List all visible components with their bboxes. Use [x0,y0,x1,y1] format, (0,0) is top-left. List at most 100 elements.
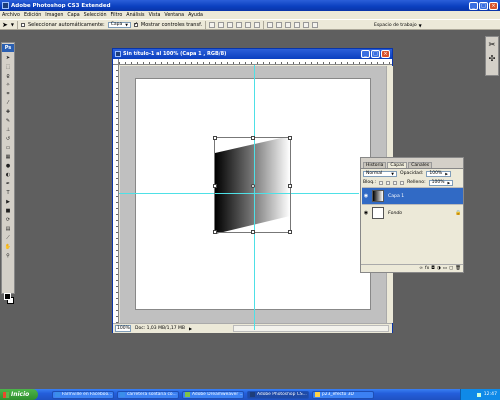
maximize-button[interactable]: □ [479,1,488,10]
clone-stamp-tool-icon[interactable]: ⊥ [2,126,14,134]
path-selection-tool-icon[interactable]: ▶ [2,198,14,206]
hand-tool-icon[interactable]: ✋ [2,243,14,251]
slice-tool-icon[interactable]: ⁄ [2,99,14,107]
menu-ayuda[interactable]: Ayuda [188,13,203,18]
menu-analisis[interactable]: Análisis [126,13,144,18]
new-layer-icon[interactable]: ▢ [449,266,453,271]
auto-select-dropdown[interactable]: Capa ▼ [107,21,131,28]
magic-wand-tool-icon[interactable]: ✧ [2,81,14,89]
move-tool-preset-icon[interactable]: ➤ [2,21,8,29]
transform-handle-bottom-left[interactable] [213,230,217,234]
transform-handle-bottom[interactable] [251,230,255,234]
lock-all-icon[interactable] [400,180,405,185]
document-minimize-button[interactable]: _ [361,50,370,58]
foreground-color-swatch[interactable] [4,293,11,300]
trash-icon[interactable]: 🗑 [455,266,461,271]
healing-brush-tool-icon[interactable]: ✚ [2,108,14,116]
horizontal-scrollbar[interactable] [233,325,389,332]
navigator-panel-icon[interactable]: ✂ [486,39,498,51]
align-left-icon[interactable] [236,21,243,28]
blur-tool-icon[interactable]: ● [2,162,14,170]
workspace-button[interactable]: Espacio de trabajo ▼ [374,22,422,29]
blend-mode-dropdown[interactable]: Normal ▼ [363,170,397,177]
move-tool-icon[interactable]: ➤ [2,54,14,62]
layer-style-icon[interactable]: fx [425,266,429,271]
taskbar-item-dreamweaver[interactable]: Adobe Dreamweaver ... [182,390,244,399]
zoom-tool-icon[interactable]: ⚲ [2,252,14,260]
tab-canales[interactable]: Canales [408,162,433,168]
transform-handle-top[interactable] [251,136,255,140]
menu-ventana[interactable]: Ventana [164,13,184,18]
adjustment-layer-icon[interactable]: ◑ [437,266,441,271]
opacity-field[interactable]: 100% ▶ [426,170,451,177]
distribute-bottom-icon[interactable] [285,21,292,28]
document-maximize-button[interactable]: □ [371,50,380,58]
pen-tool-icon[interactable]: ✒ [2,180,14,188]
taskbar-item-folder[interactable]: p23_efecto 3D [312,390,374,399]
marquee-tool-icon[interactable]: ⬚ [2,63,14,71]
distribute-center-icon[interactable] [303,21,310,28]
show-transform-checkbox[interactable] [133,21,138,27]
close-button[interactable]: × [489,1,498,10]
menu-capa[interactable]: Capa [67,13,79,18]
visibility-eye-icon[interactable]: ◉ [362,210,370,216]
chevron-down-icon[interactable]: ▼ [11,22,14,27]
distribute-left-icon[interactable] [294,21,301,28]
align-bottom-icon[interactable] [227,21,234,28]
menu-imagen[interactable]: Imagen [45,13,63,18]
start-button[interactable]: Inicio [0,389,38,400]
info-panel-icon[interactable]: ✣ [486,53,498,65]
distribute-top-icon[interactable] [267,21,274,28]
lock-transparency-icon[interactable] [379,180,384,185]
minimize-button[interactable]: _ [469,1,478,10]
layer-mask-icon[interactable]: ◘ [431,266,435,271]
transform-bounding-box[interactable] [213,136,292,234]
new-group-icon[interactable]: ▭ [443,266,447,271]
tab-capas[interactable]: Capas [387,162,408,168]
menu-archivo[interactable]: Archivo [2,13,20,18]
menu-seleccion[interactable]: Selección [84,13,107,18]
align-middle-icon[interactable] [218,21,225,28]
transform-handle-right[interactable] [288,184,292,188]
lock-pixels-icon[interactable] [386,180,391,185]
vertical-ruler[interactable] [113,65,119,323]
align-center-icon[interactable] [245,21,252,28]
transform-handle-top-left[interactable] [213,136,217,140]
dodge-tool-icon[interactable]: ◐ [2,171,14,179]
taskbar-item-photoshop[interactable]: Adobe Photoshop CS... [247,390,309,399]
menu-vista[interactable]: Vista [149,13,161,18]
layer-row-fondo[interactable]: ◉ Fondo 🔒 [362,204,463,221]
zoom-field[interactable]: 100% [115,325,131,332]
type-tool-icon[interactable]: T [2,189,14,197]
transform-handle-left[interactable] [213,184,217,188]
lock-position-icon[interactable] [393,180,398,185]
distribute-middle-icon[interactable] [276,21,283,28]
notes-tool-icon[interactable]: ▤ [2,225,14,233]
rectangle-tool-icon[interactable]: ■ [2,207,14,215]
lasso-tool-icon[interactable]: ϱ [2,72,14,80]
taskbar-item-carretera[interactable]: carretera solitaria co... [117,390,179,399]
document-close-button[interactable]: × [381,50,390,58]
link-layers-icon[interactable]: ∞ [419,266,423,271]
transform-handle-top-right[interactable] [288,136,292,140]
brush-tool-icon[interactable]: ✎ [2,117,14,125]
menu-edicion[interactable]: Edición [24,13,41,18]
taskbar-item-farmville[interactable]: Farmville en Faceboo... [52,390,114,399]
tab-historia[interactable]: Historia [363,162,387,168]
eyedropper-tool-icon[interactable]: ⟋ [2,234,14,242]
document-title-bar[interactable]: Sin título-1 al 100% (Capa 1 , RGB/8) _ … [113,49,392,59]
gradient-tool-icon[interactable]: ▦ [2,153,14,161]
tray-icon[interactable] [476,392,481,397]
distribute-right-icon[interactable] [312,21,319,28]
crop-tool-icon[interactable]: ⌗ [2,90,14,98]
status-menu-arrow-icon[interactable]: ▶ [189,326,192,331]
menu-filtro[interactable]: Filtro [111,13,123,18]
history-brush-tool-icon[interactable]: ↺ [2,135,14,143]
horizontal-ruler[interactable] [119,59,392,65]
transform-handle-center[interactable] [251,184,255,188]
fill-field[interactable]: 100% ▶ [428,179,454,186]
transform-handle-bottom-right[interactable] [288,230,292,234]
layer-row-capa-1[interactable]: ◉ Capa 1 [362,187,463,204]
visibility-eye-icon[interactable]: ◉ [362,193,370,199]
align-top-icon[interactable] [209,21,216,28]
